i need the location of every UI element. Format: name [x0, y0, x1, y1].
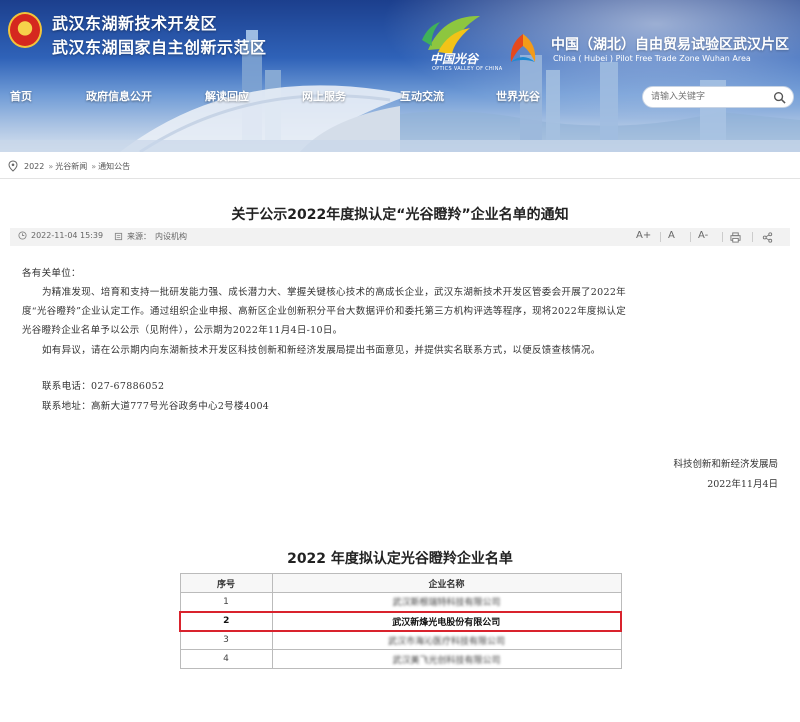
table-row: 3 武汉市海沁医疗科技有限公司 — [179, 630, 622, 650]
search-input[interactable] — [651, 89, 769, 105]
breadcrumb-item-news[interactable]: 光谷新闻 — [55, 161, 87, 172]
paragraph-line: 如有异议，请在公示期内向东湖新技术开发区科技创新和新经济发展局提出书面意见，并提… — [42, 345, 601, 356]
share-icon[interactable] — [762, 232, 773, 243]
tool-divider — [660, 232, 661, 242]
site-title-line1[interactable]: 武汉东湖新技术开发区 — [52, 10, 217, 34]
source-info: 来源： 内设机构 — [114, 231, 187, 242]
table-header-row: 序号 企业名称 — [179, 573, 622, 593]
contact-address: 联系地址：高新大道777号光谷政务中心2号楼4004 — [42, 401, 270, 412]
tool-divider — [752, 232, 753, 242]
divider — [0, 178, 800, 179]
publish-date-text: 2022-11-04 15:39 — [31, 231, 104, 240]
font-default-button[interactable]: A — [668, 230, 675, 241]
row-no: 4 — [179, 649, 273, 669]
source-icon — [114, 232, 123, 241]
breadcrumb-item-year[interactable]: 2022 — [24, 162, 44, 171]
attachment-title: 2022 年度拟认定光谷瞪羚企业名单 — [287, 551, 513, 567]
contact-phone: 联系电话：027-67886052 — [42, 381, 165, 392]
publish-date: 2022-11-04 15:39 — [18, 231, 103, 240]
nav-world-optics-valley[interactable]: 世界光谷 — [496, 88, 540, 104]
table-row-highlighted: 2 武汉新烽光电股份有限公司 — [179, 610, 622, 632]
signature-date: 2022年11月4日 — [707, 479, 778, 490]
font-decrease-button[interactable]: A- — [698, 230, 708, 241]
ftz-logo-icon — [510, 34, 536, 62]
clock-icon — [18, 231, 27, 240]
article-meta-bar: 2022-11-04 15:39 来源： 内设机构 A+ A A- — [10, 228, 790, 246]
tool-divider — [722, 232, 723, 242]
salutation: 各有关单位： — [22, 268, 81, 279]
ftz-title: 中国（湖北）自由贸易试验区武汉片区 — [551, 37, 789, 53]
search-icon[interactable] — [773, 91, 786, 104]
header-company: 企业名称 — [271, 573, 622, 593]
site-header: 武汉东湖新技术开发区 武汉东湖国家自主创新示范区 中国光谷 OPTICS VAL… — [0, 0, 800, 152]
ftz-subtitle: China ( Hubei ) Pilot Free Trade Zone Wu… — [553, 54, 751, 63]
paragraph-line: 光谷瞪羚企业名单予以公示（见附件），公示期为2022年11月4日-10日。 — [22, 325, 343, 336]
source-label: 来源： — [127, 232, 151, 241]
optics-valley-logo-subtext: OPTICS VALLEY OF CHINA — [432, 66, 503, 72]
signature-org: 科技创新和新经济发展局 — [673, 459, 778, 470]
nav-home[interactable]: 首页 — [10, 88, 32, 104]
row-company: 武汉美飞光创科技有限公司 — [271, 649, 622, 669]
breadcrumb-separator: » — [91, 161, 97, 171]
tool-divider — [690, 232, 691, 242]
breadcrumb-separator: » — [48, 161, 54, 171]
table-row: 1 武汉斯根瑞特科技有限公司 — [179, 592, 622, 612]
row-company: 武汉市海沁医疗科技有限公司 — [271, 630, 622, 650]
site-title-line2[interactable]: 武汉东湖国家自主创新示范区 — [52, 34, 267, 58]
row-no: 2 — [179, 610, 273, 632]
location-pin-icon — [8, 160, 18, 172]
header-no: 序号 — [179, 573, 273, 593]
print-icon[interactable] — [730, 232, 741, 243]
national-emblem-icon — [8, 12, 42, 48]
row-no: 3 — [179, 630, 273, 650]
table-row: 4 武汉美飞光创科技有限公司 — [179, 649, 622, 669]
nav-interpretation[interactable]: 解读回应 — [205, 88, 249, 104]
row-company: 武汉斯根瑞特科技有限公司 — [271, 592, 622, 612]
search-box — [642, 86, 794, 108]
nav-gov-info[interactable]: 政府信息公开 — [86, 88, 152, 104]
nav-interaction[interactable]: 互动交流 — [400, 88, 444, 104]
row-no: 1 — [179, 592, 273, 612]
source-value: 内设机构 — [155, 232, 187, 241]
breadcrumb-item-notices[interactable]: 通知公告 — [98, 161, 130, 172]
optics-valley-logo-text: 中国光谷 — [430, 52, 479, 66]
company-list-table: 序号 企业名称 1 武汉斯根瑞特科技有限公司 2 武汉新烽光电股份有限公司 3 … — [179, 573, 622, 669]
paragraph-line: 度“光谷瞪羚”企业认定工作。通过组织企业申报、高新区企业创新积分平台大数据评价和… — [22, 306, 627, 317]
nav-online-service[interactable]: 网上服务 — [302, 88, 346, 104]
breadcrumb: 2022 » 光谷新闻 » 通知公告 — [8, 158, 132, 174]
font-increase-button[interactable]: A+ — [636, 230, 651, 241]
paragraph-line: 为精准发现、培育和支持一批研发能力强、成长潜力大、掌握关键核心技术的高成长企业，… — [42, 287, 626, 298]
article-title: 关于公示2022年度拟认定“光谷瞪羚”企业名单的通知 — [231, 207, 569, 223]
row-company: 武汉新烽光电股份有限公司 — [271, 610, 622, 632]
